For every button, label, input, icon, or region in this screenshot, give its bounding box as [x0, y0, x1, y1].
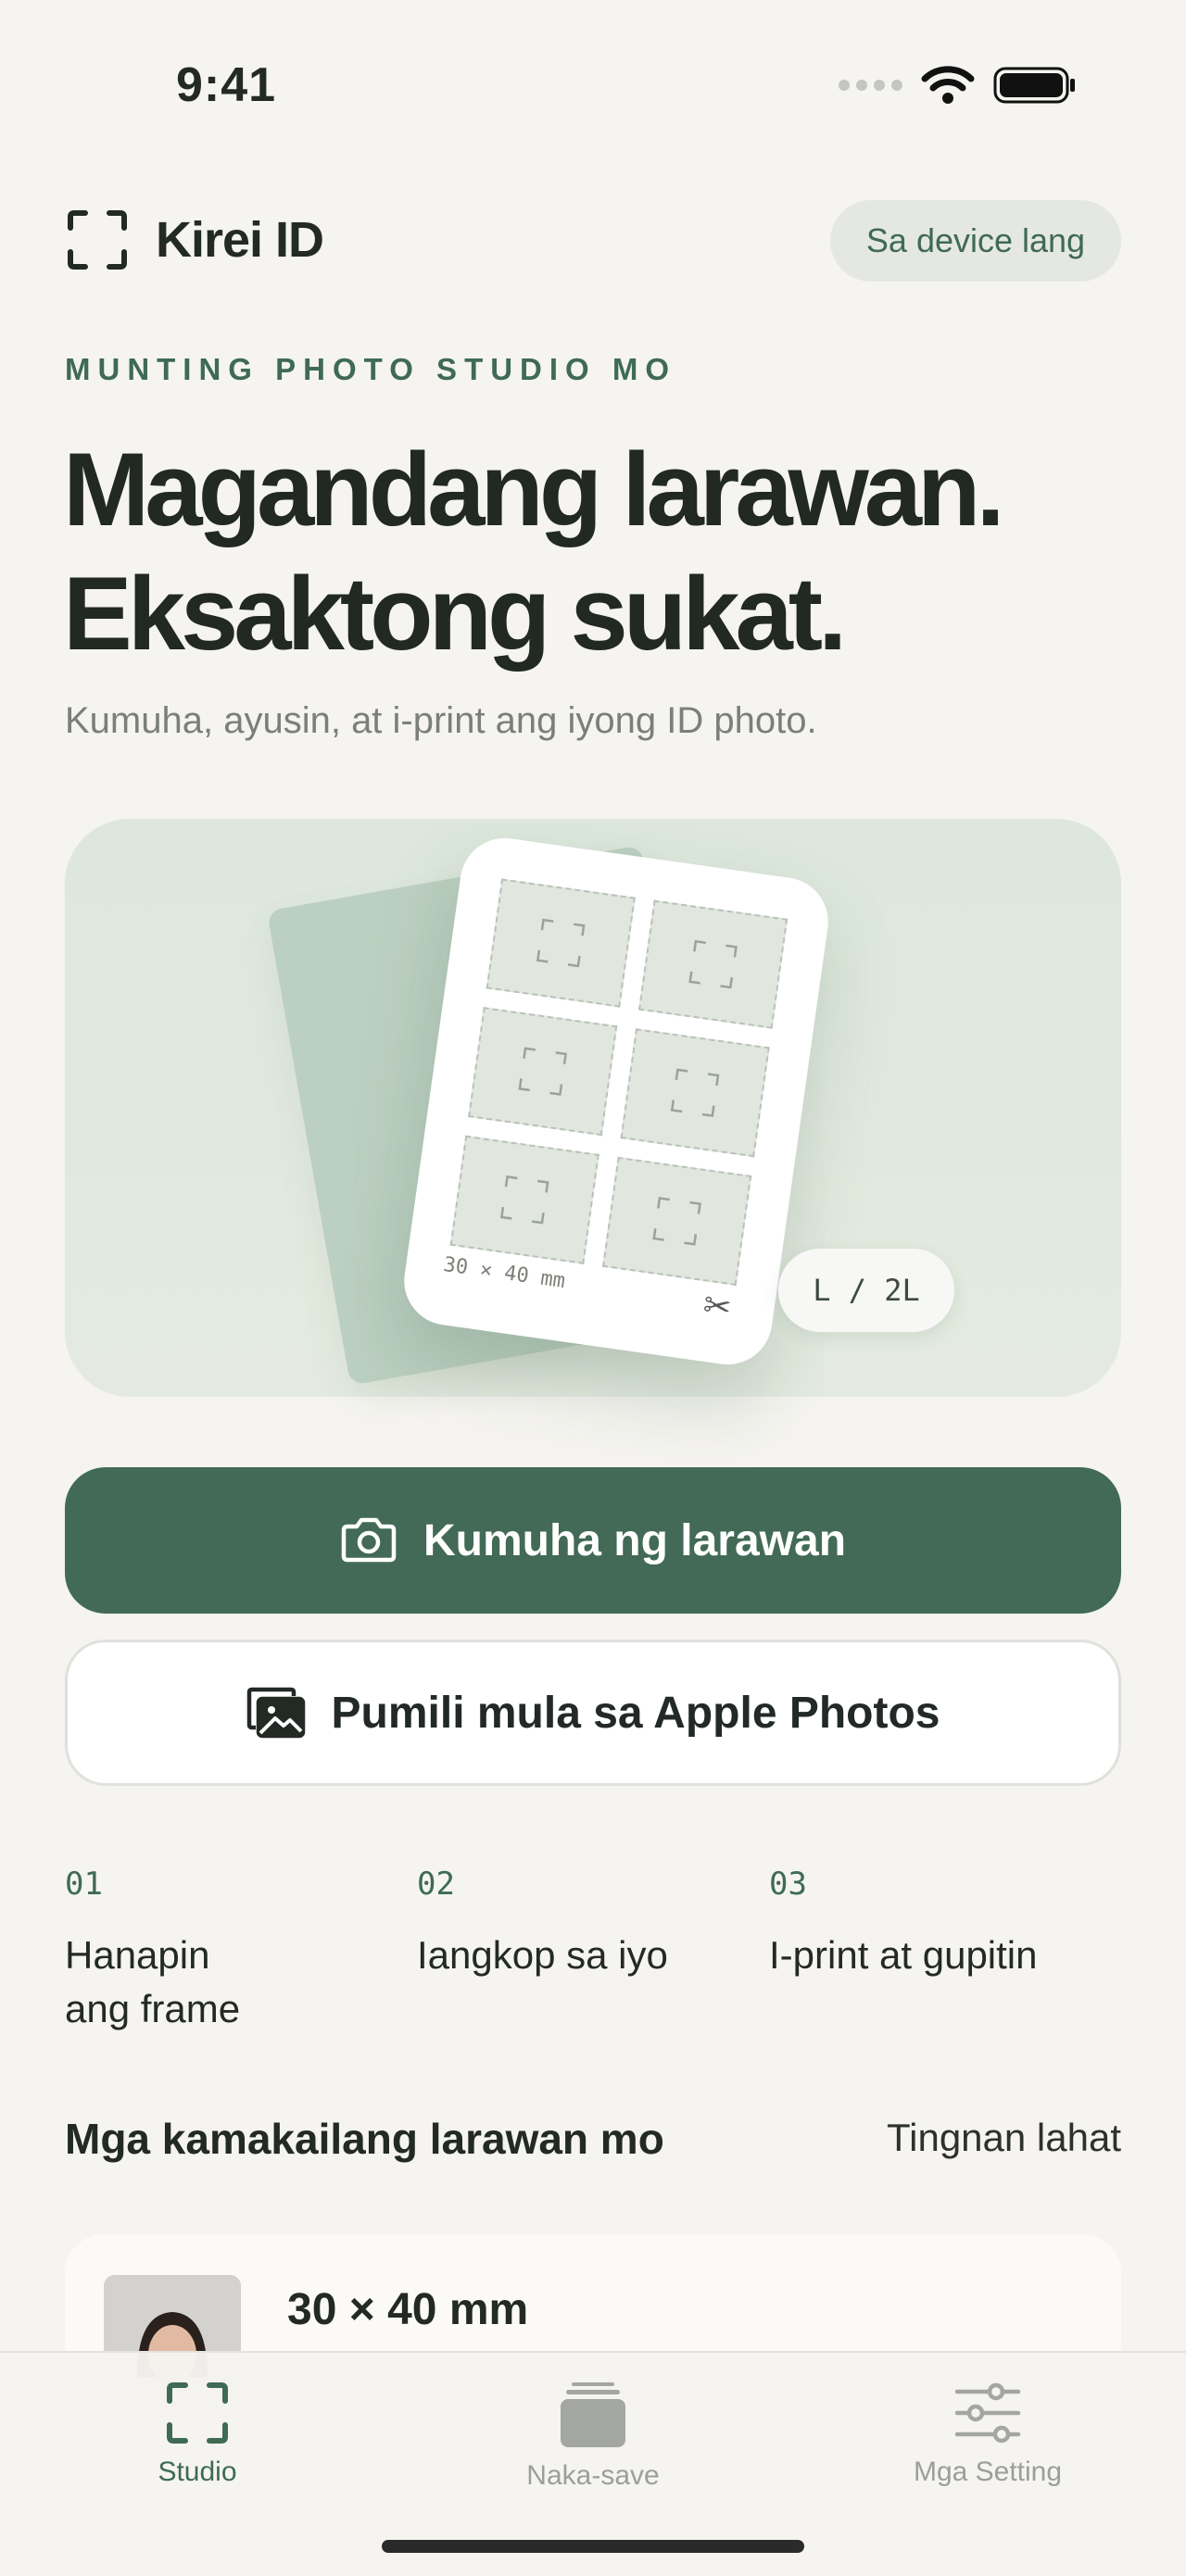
app-brand: Kirei ID: [67, 209, 324, 270]
home-indicator: [382, 2540, 804, 2553]
viewfinder-icon: [688, 939, 738, 989]
step-item: 01 Hanapin ang frame: [65, 1866, 417, 2036]
viewfinder-icon: [499, 1175, 549, 1225]
headline: Magandang larawan. Eksaktong sukat.: [63, 428, 1005, 676]
tab-settings[interactable]: Mga Setting: [849, 2381, 1127, 2488]
step-label: Hanapin ang frame: [65, 1933, 241, 2030]
steps-row: 01 Hanapin ang frame 02 Iangkop sa iyo 0…: [65, 1866, 1121, 2036]
step-item: 03 I-print at gupitin: [769, 1866, 1121, 2036]
pick-from-photos-button[interactable]: Pumili mula sa Apple Photos: [65, 1640, 1121, 1786]
sliders-icon: [954, 2382, 1021, 2444]
viewfinder-icon: [536, 918, 586, 968]
scissors-icon: ✂: [700, 1285, 735, 1327]
battery-icon: [993, 67, 1075, 104]
tab-settings-label: Mga Setting: [913, 2457, 1063, 2487]
app-name: Kirei ID: [156, 212, 324, 268]
take-photo-label: Kumuha ng larawan: [423, 1515, 847, 1565]
tab-studio[interactable]: Studio: [58, 2381, 336, 2488]
photo-slot: [486, 878, 636, 1008]
recents-title: Mga kamakailang larawan mo: [65, 2115, 664, 2163]
viewfinder-icon: [518, 1047, 567, 1096]
photo-slot: [449, 1135, 599, 1264]
photo-library-icon: [246, 1687, 305, 1739]
take-photo-button[interactable]: Kumuha ng larawan: [65, 1467, 1121, 1614]
pick-from-photos-label: Pumili mula sa Apple Photos: [331, 1688, 940, 1738]
subheadline: Kumuha, ayusin, at i-print ang iyong ID …: [65, 700, 817, 741]
camera-icon: [341, 1517, 397, 1563]
tab-studio-label: Studio: [158, 2457, 237, 2487]
photo-slot: [601, 1156, 752, 1286]
photo-slot: [620, 1028, 770, 1158]
eyebrow-label: MUNTING PHOTO STUDIO MO: [65, 352, 677, 386]
photo-grid: [449, 878, 789, 1286]
on-device-badge: Sa device lang: [830, 200, 1121, 282]
tab-saved-label: Naka-save: [526, 2460, 660, 2491]
recent-photo-size: 30 × 40 mm: [287, 2285, 529, 2334]
see-all-link[interactable]: Tingnan lahat: [887, 2116, 1121, 2160]
step-label: I-print at gupitin: [769, 1933, 1038, 1977]
viewfinder-icon: [652, 1197, 701, 1246]
headline-line-2: Eksaktong sukat.: [63, 556, 847, 672]
photo-sheet-card: 30 × 40 mm ✂: [398, 832, 834, 1371]
tab-saved[interactable]: Naka-save: [454, 2381, 732, 2492]
step-item: 02 Iangkop sa iyo: [417, 1866, 769, 2036]
wifi-icon: [921, 66, 975, 104]
status-time: 9:41: [176, 58, 277, 112]
viewfinder-logo-icon: [68, 210, 127, 270]
print-sheet-illustration: 30 × 40 mm ✂ L / 2L: [65, 819, 1121, 1397]
photo-slot: [637, 899, 789, 1029]
step-label: Iangkop sa iyo: [417, 1933, 668, 1977]
viewfinder-icon: [167, 2382, 228, 2444]
headline-line-1: Magandang larawan.: [63, 432, 1005, 547]
step-number: 01: [65, 1866, 103, 1903]
viewfinder-icon: [670, 1068, 720, 1118]
step-number: 02: [417, 1866, 455, 1903]
signal-icon: [839, 80, 902, 91]
photo-slot: [468, 1007, 618, 1137]
status-icons: [839, 65, 1077, 106]
stack-icon: [561, 2382, 625, 2447]
step-number: 03: [769, 1866, 807, 1903]
paper-size-badge: L / 2L: [778, 1249, 954, 1332]
